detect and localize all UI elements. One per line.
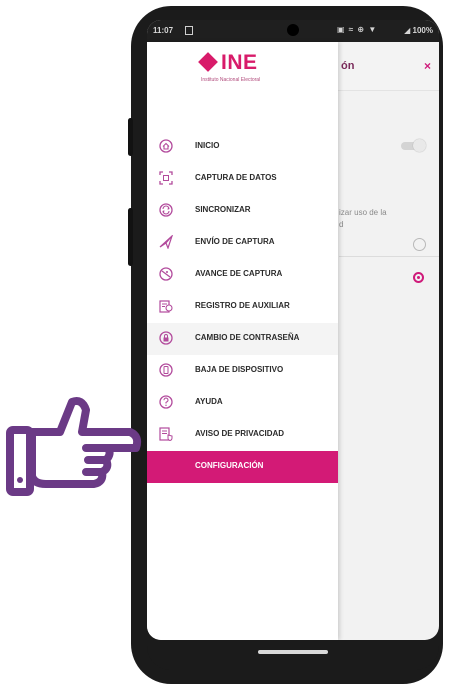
phone-power-button — [128, 208, 133, 266]
background-toggle-knob[interactable] — [413, 139, 426, 152]
radio-unselected[interactable] — [413, 238, 426, 251]
battery-indicator: ◢ 100% — [404, 26, 433, 35]
password-icon — [159, 331, 173, 345]
menu-item-aviso-de-privacidad[interactable]: AVISO DE PRIVACIDAD — [147, 419, 338, 451]
progress-icon — [159, 267, 173, 281]
scan-icon — [159, 171, 173, 185]
menu-label: AVISO DE PRIVACIDAD — [195, 429, 285, 438]
background-option-text-2: d — [339, 220, 344, 229]
menu-item-baja-de-dispositivo[interactable]: BAJA DE DISPOSITIVO — [147, 355, 338, 387]
menu-item-configuracion[interactable]: CONFIGURACIÓN — [147, 451, 338, 483]
menu-item-ayuda[interactable]: AYUDA — [147, 387, 338, 419]
status-time: 11:07 — [153, 26, 174, 35]
register-user-icon — [159, 299, 173, 313]
radio-selected[interactable] — [413, 272, 424, 283]
home-icon — [159, 139, 173, 153]
menu-item-avance-de-captura[interactable]: AVANCE DE CAPTURA — [147, 259, 338, 291]
menu-label: AVANCE DE CAPTURA — [195, 269, 283, 278]
phone-bottom-bezel — [147, 640, 439, 670]
background-option-text: izar uso de la — [339, 208, 387, 217]
menu-label: ENVÍO DE CAPTURA — [195, 237, 275, 246]
menu-item-inicio[interactable]: INICIO — [147, 131, 338, 163]
menu-item-registro-de-auxiliar[interactable]: REGISTRO DE AUXILIAR — [147, 291, 338, 323]
logo-diamond-icon — [198, 52, 218, 72]
menu-label: BAJA DE DISPOSITIVO — [195, 365, 284, 374]
status-icons: ▣ ≈ ⊕ ▼ — [337, 25, 378, 34]
close-icon[interactable]: × — [424, 59, 431, 73]
menu-label: CAPTURA DE DATOS — [195, 173, 277, 182]
phone-screen: 11:07 ▣ ≈ ⊕ ▼ ◢ 100% ón × izar uso de la… — [147, 20, 439, 640]
navigation-drawer: INE Instituto Nacional Electoral INICIO … — [147, 42, 338, 640]
device-off-icon — [159, 363, 173, 377]
menu-item-captura-de-datos[interactable]: CAPTURA DE DATOS — [147, 163, 338, 195]
menu-label: CAMBIO DE CONTRASEÑA — [195, 333, 300, 342]
background-divider — [339, 256, 439, 257]
menu-label: INICIO — [195, 141, 220, 150]
menu-label: SINCRONIZAR — [195, 205, 251, 214]
menu-item-cambio-de-contrasena[interactable]: CAMBIO DE CONTRASEÑA — [147, 323, 338, 355]
menu-label: AYUDA — [195, 397, 223, 406]
ine-logo: INE Instituto Nacional Electoral — [198, 51, 289, 93]
phone-volume-button — [128, 118, 133, 156]
menu-item-sincronizar[interactable]: SINCRONIZAR — [147, 195, 338, 227]
notification-icon — [185, 26, 193, 35]
menu-label: CONFIGURACIÓN — [195, 461, 264, 470]
logo-text: INE — [221, 51, 258, 74]
home-gesture-bar[interactable] — [258, 650, 328, 654]
sync-icon — [159, 203, 173, 217]
help-icon — [159, 395, 173, 409]
send-icon — [159, 235, 173, 249]
status-bar: 11:07 ▣ ≈ ⊕ ▼ ◢ 100% — [147, 20, 439, 42]
menu-item-envio-de-captura[interactable]: ENVÍO DE CAPTURA — [147, 227, 338, 259]
privacy-icon — [159, 427, 173, 441]
logo-subtitle: Instituto Nacional Electoral — [201, 77, 261, 83]
background-title-fragment: ón — [341, 60, 355, 72]
menu-label: REGISTRO DE AUXILIAR — [195, 301, 290, 310]
front-camera — [287, 24, 299, 36]
pointing-hand-icon — [6, 397, 142, 496]
